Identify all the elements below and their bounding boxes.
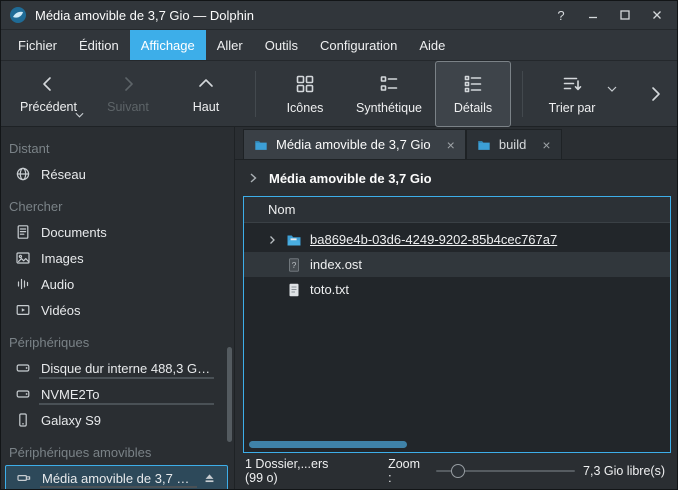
sidebar-item-images[interactable]: Images — [1, 245, 234, 271]
network-icon — [15, 166, 31, 182]
close-button[interactable] — [645, 5, 669, 25]
sidebar-item-audio[interactable]: Audio — [1, 271, 234, 297]
toolbar: Précédent Suivant Haut Icônes Synthétiqu… — [1, 61, 677, 127]
breadcrumb-location[interactable]: Média amovible de 3,7 Gio — [269, 171, 432, 186]
unknown-file-icon: ? — [286, 257, 302, 273]
folder-icon — [477, 138, 491, 152]
sort-by-button[interactable]: Trier par — [534, 61, 610, 127]
menu-configuration[interactable]: Configuration — [309, 30, 408, 60]
file-row-toto-txt[interactable]: toto.txt — [244, 277, 670, 302]
help-button[interactable]: ? — [549, 5, 573, 25]
section-header-peripheriques: Périphériques — [1, 323, 234, 355]
audio-icon — [15, 276, 31, 292]
folder-icon — [286, 232, 302, 248]
hard-drive-icon — [15, 360, 31, 376]
toolbar-overflow-button[interactable] — [643, 70, 669, 118]
menu-affichage[interactable]: Affichage — [130, 30, 206, 60]
toolbar-separator — [522, 71, 523, 117]
maximize-button[interactable] — [613, 5, 637, 25]
zoom-control: Zoom : — [388, 457, 575, 485]
sidebar-item-nvme2to[interactable]: NVME2To — [1, 381, 234, 407]
free-space-label: 7,3 Gio libre(s) — [583, 464, 665, 478]
expand-chevron-icon[interactable] — [266, 234, 278, 246]
tab-close-icon[interactable]: × — [447, 138, 455, 152]
sidebar-item-reseau[interactable]: Réseau — [1, 161, 234, 187]
video-icon — [15, 302, 31, 318]
file-list: ba869e4b-03d6-4249-9202-85b4cec767a7 ? i… — [244, 223, 670, 302]
column-header-nom[interactable]: Nom — [244, 197, 670, 223]
tab-close-icon[interactable]: × — [542, 138, 550, 152]
status-summary: 1 Dossier,...ers (99 o) — [245, 457, 344, 485]
sort-icon — [561, 73, 583, 95]
window-body: Distant Réseau Chercher Documents Images… — [1, 127, 677, 489]
sidebar-item-documents[interactable]: Documents — [1, 219, 234, 245]
phone-icon — [15, 412, 31, 428]
sidebar-item-galaxy-s9[interactable]: Galaxy S9 — [1, 407, 234, 433]
places-panel: Distant Réseau Chercher Documents Images… — [1, 127, 235, 489]
zoom-slider-handle[interactable] — [451, 464, 465, 478]
compact-list-icon — [378, 73, 400, 95]
menu-aide[interactable]: Aide — [408, 30, 456, 60]
details-list-icon — [462, 73, 484, 95]
menubar: Fichier Édition Affichage Aller Outils C… — [1, 30, 677, 61]
toolbar-separator — [255, 71, 256, 117]
compact-view-button[interactable]: Synthétique — [345, 61, 433, 127]
caret-down-icon — [75, 112, 84, 118]
sidebar-item-disque-dur-interne[interactable]: Disque dur interne 488,3 G… — [1, 355, 234, 381]
chevron-right-icon — [118, 74, 138, 94]
titlebar: Média amovible de 3,7 Gio — Dolphin ? — [1, 1, 677, 30]
section-header-chercher: Chercher — [1, 187, 234, 219]
tab-bar: Média amovible de 3,7 Gio × build × — [235, 127, 677, 160]
text-file-icon — [286, 282, 302, 298]
section-header-distant: Distant — [1, 129, 234, 161]
sidebar-item-media-amovible[interactable]: Média amovible de 3,7 … — [5, 465, 228, 489]
folder-icon — [254, 138, 268, 152]
back-button[interactable]: Précédent — [9, 61, 88, 127]
sidebar-item-videos[interactable]: Vidéos — [1, 297, 234, 323]
disk-usage-bar — [40, 486, 197, 488]
scrollbar-handle[interactable] — [249, 441, 407, 448]
svg-text:?: ? — [292, 259, 297, 269]
zoom-label: Zoom : — [388, 457, 425, 485]
details-view-button[interactable]: Détails — [435, 61, 511, 127]
disk-usage-bar — [39, 403, 214, 405]
window-title: Média amovible de 3,7 Gio — Dolphin — [35, 8, 541, 23]
minimize-button[interactable] — [581, 5, 605, 25]
icons-view-button[interactable]: Icônes — [267, 61, 343, 127]
main-area: Média amovible de 3,7 Gio × build × Médi… — [235, 127, 677, 489]
section-header-peripheriques-amovibles: Périphériques amovibles — [1, 433, 234, 465]
sidebar-scrollbar[interactable] — [227, 347, 232, 442]
tab-media-amovible[interactable]: Média amovible de 3,7 Gio × — [243, 129, 466, 159]
file-view: Nom ba869e4b-03d6-4249-9202-85b4cec767a7… — [243, 196, 671, 453]
menu-outils[interactable]: Outils — [254, 30, 309, 60]
up-button[interactable]: Haut — [168, 61, 244, 127]
document-icon — [15, 224, 31, 240]
image-icon — [15, 250, 31, 266]
file-row-index-ost[interactable]: ? index.ost — [244, 252, 670, 277]
file-row-folder[interactable]: ba869e4b-03d6-4249-9202-85b4cec767a7 — [244, 227, 670, 252]
eject-icon[interactable] — [202, 471, 217, 486]
disk-usage-bar — [39, 377, 214, 379]
chevron-up-icon — [196, 74, 216, 94]
menu-aller[interactable]: Aller — [206, 30, 254, 60]
menu-fichier[interactable]: Fichier — [7, 30, 68, 60]
app-icon — [9, 6, 27, 24]
dolphin-window: Média amovible de 3,7 Gio — Dolphin ? Fi… — [0, 0, 678, 490]
menu-edition[interactable]: Édition — [68, 30, 130, 60]
grid-icon — [294, 73, 316, 95]
breadcrumb: Média amovible de 3,7 Gio — [235, 160, 677, 196]
zoom-slider[interactable] — [436, 463, 576, 479]
usb-drive-icon — [16, 470, 32, 486]
status-bar: 1 Dossier,...ers (99 o) Zoom : 7,3 Gio l… — [235, 453, 677, 489]
hard-drive-icon — [15, 386, 31, 402]
chevron-right-icon[interactable] — [247, 172, 259, 184]
horizontal-scrollbar[interactable] — [249, 441, 665, 448]
caret-down-icon — [607, 86, 617, 92]
chevron-right-icon — [648, 85, 664, 103]
chevron-left-icon — [38, 74, 58, 94]
tab-build[interactable]: build × — [466, 129, 562, 159]
forward-button[interactable]: Suivant — [90, 61, 166, 127]
